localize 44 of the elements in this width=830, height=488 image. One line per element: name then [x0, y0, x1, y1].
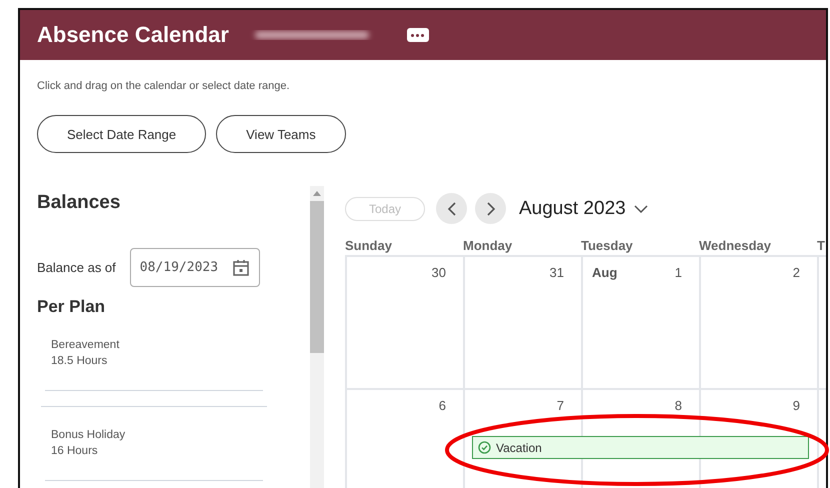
action-button[interactable]: View Teams: [216, 115, 346, 153]
weekday-label: Tuesday: [581, 238, 633, 253]
weekday-label: Sunday: [345, 238, 392, 253]
day-number: 31: [550, 265, 564, 282]
plan-name: Bonus Holiday: [51, 428, 126, 443]
day-number: 9: [792, 398, 800, 415]
day-cell[interactable]: 2: [701, 257, 819, 388]
scrollbar[interactable]: [310, 186, 324, 488]
instruction-text: Click and drag on the calendar or select date range.: [37, 80, 291, 92]
day-cell[interactable]: Aug 1: [583, 257, 701, 388]
scrollbar-thumb[interactable]: [310, 201, 324, 353]
day-number: 8: [674, 398, 682, 415]
scroll-up-icon: [313, 190, 321, 196]
check-circle-icon: [478, 441, 491, 454]
action-button[interactable]: Select Date Range: [37, 115, 206, 153]
previous-button[interactable]: [436, 193, 467, 224]
month-label: Aug: [592, 265, 618, 282]
weekday-label: T: [817, 238, 825, 253]
month-selector[interactable]: August 2023: [514, 198, 648, 220]
weekday-label: Wednesday: [699, 238, 772, 253]
chevron-right-icon: [484, 202, 496, 216]
vacation-event[interactable]: Vacation: [472, 436, 809, 459]
day-number: 2: [792, 265, 800, 282]
caret-icon: [634, 204, 648, 212]
page-title: Absence Calendar: [37, 22, 229, 48]
section-title: Balances: [37, 192, 122, 214]
plan-name: Bereavement: [51, 338, 120, 353]
day-number: 7: [556, 398, 564, 415]
calendar-icon: [232, 258, 250, 276]
weekday-label: Monday: [463, 238, 512, 253]
field-label: Balance as of: [37, 260, 116, 275]
day-cell[interactable]: 30: [347, 257, 465, 388]
plan-balance: 16 Hours: [51, 444, 99, 459]
date-field[interactable]: 08/19/2023: [130, 248, 260, 287]
day-number: 6: [438, 398, 446, 415]
day-cell[interactable]: 31: [465, 257, 583, 388]
section-title: Per Plan: [37, 297, 106, 317]
more-button[interactable]: [406, 28, 429, 42]
chevron-left-icon: [446, 202, 458, 216]
next-button[interactable]: [475, 193, 506, 224]
plan-balance: 18.5 Hours: [51, 354, 108, 369]
day-cell[interactable]: 6: [347, 390, 465, 488]
day-number: 30: [432, 265, 446, 282]
day-number: 1: [674, 265, 682, 282]
